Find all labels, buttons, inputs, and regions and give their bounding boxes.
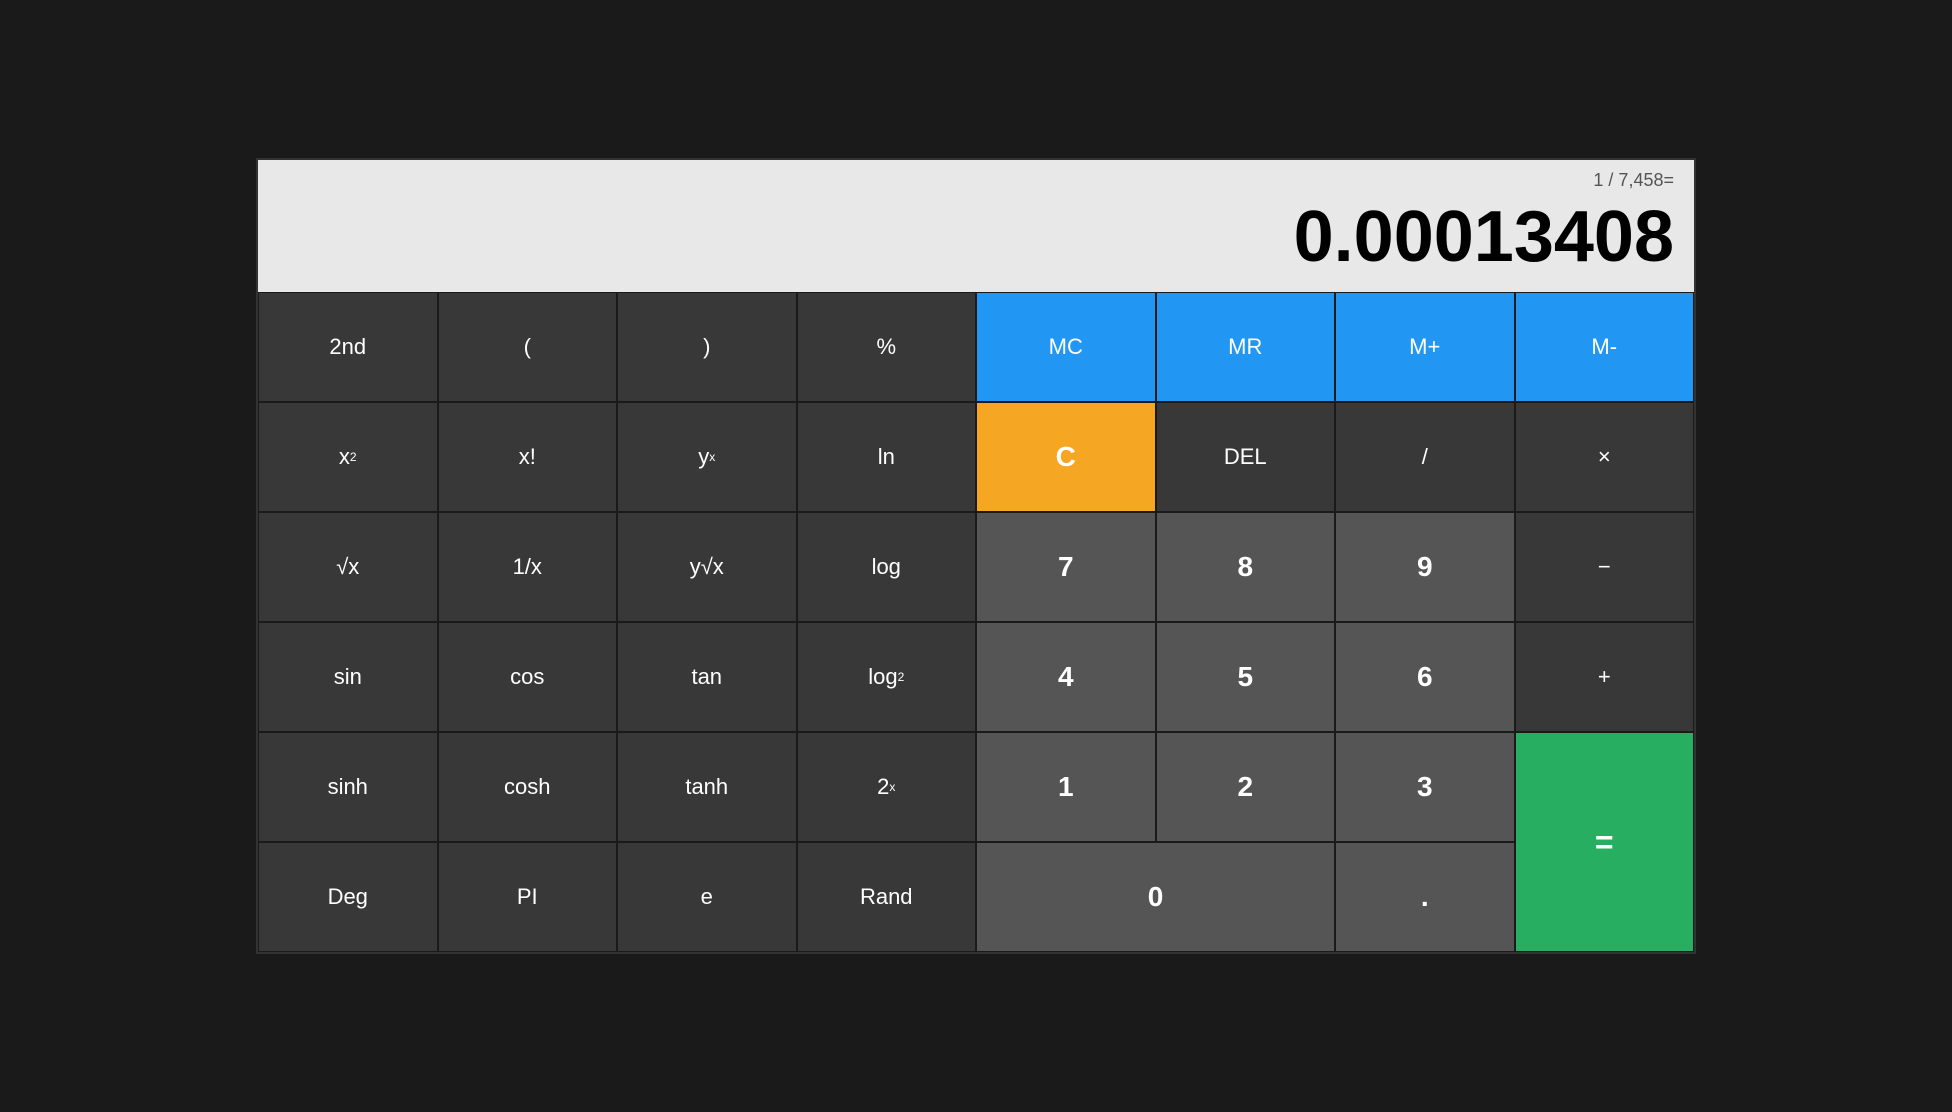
btn-close-paren[interactable]: ) <box>617 292 797 402</box>
btn-cosh[interactable]: cosh <box>438 732 618 842</box>
btn-y-root-x[interactable]: y√x <box>617 512 797 622</box>
display-secondary: 1 / 7,458= <box>278 170 1674 198</box>
btn-8[interactable]: 8 <box>1156 512 1336 622</box>
btn-cos[interactable]: cos <box>438 622 618 732</box>
btn-tan[interactable]: tan <box>617 622 797 732</box>
btn-2-to-x[interactable]: 2x <box>797 732 977 842</box>
btn-x-squared[interactable]: x2 <box>258 402 438 512</box>
btn-deg[interactable]: Deg <box>258 842 438 952</box>
btn-reciprocal[interactable]: 1/x <box>438 512 618 622</box>
display-primary: 0.00013408 <box>278 198 1674 277</box>
btn-m-plus[interactable]: M+ <box>1335 292 1515 402</box>
btn-multiply[interactable]: × <box>1515 402 1695 512</box>
btn-divide[interactable]: / <box>1335 402 1515 512</box>
btn-6[interactable]: 6 <box>1335 622 1515 732</box>
btn-9[interactable]: 9 <box>1335 512 1515 622</box>
btn-sin[interactable]: sin <box>258 622 438 732</box>
btn-m-minus[interactable]: M- <box>1515 292 1695 402</box>
btn-add[interactable]: + <box>1515 622 1695 732</box>
btn-y-to-x[interactable]: yx <box>617 402 797 512</box>
btn-mr[interactable]: MR <box>1156 292 1336 402</box>
btn-ln[interactable]: ln <box>797 402 977 512</box>
btn-mc[interactable]: MC <box>976 292 1156 402</box>
button-grid: 2nd ( ) % MC MR M+ M- x2 x! yx ln C DEL … <box>258 292 1694 952</box>
btn-pi[interactable]: PI <box>438 842 618 952</box>
btn-euler[interactable]: e <box>617 842 797 952</box>
btn-tanh[interactable]: tanh <box>617 732 797 842</box>
btn-sinh[interactable]: sinh <box>258 732 438 842</box>
display: 1 / 7,458= 0.00013408 <box>258 160 1694 292</box>
btn-log[interactable]: log <box>797 512 977 622</box>
calculator: 1 / 7,458= 0.00013408 2nd ( ) % MC MR M+… <box>256 158 1696 954</box>
btn-rand[interactable]: Rand <box>797 842 977 952</box>
btn-log2[interactable]: log2 <box>797 622 977 732</box>
btn-4[interactable]: 4 <box>976 622 1156 732</box>
btn-2[interactable]: 2 <box>1156 732 1336 842</box>
btn-sqrt[interactable]: √x <box>258 512 438 622</box>
btn-clear[interactable]: C <box>976 402 1156 512</box>
btn-0[interactable]: 0 <box>976 842 1335 952</box>
btn-7[interactable]: 7 <box>976 512 1156 622</box>
btn-decimal[interactable]: . <box>1335 842 1515 952</box>
btn-percent[interactable]: % <box>797 292 977 402</box>
btn-2nd[interactable]: 2nd <box>258 292 438 402</box>
btn-3[interactable]: 3 <box>1335 732 1515 842</box>
btn-del[interactable]: DEL <box>1156 402 1336 512</box>
btn-5[interactable]: 5 <box>1156 622 1336 732</box>
btn-1[interactable]: 1 <box>976 732 1156 842</box>
btn-open-paren[interactable]: ( <box>438 292 618 402</box>
btn-equals[interactable]: = <box>1515 732 1695 952</box>
btn-x-factorial[interactable]: x! <box>438 402 618 512</box>
btn-subtract[interactable]: − <box>1515 512 1695 622</box>
